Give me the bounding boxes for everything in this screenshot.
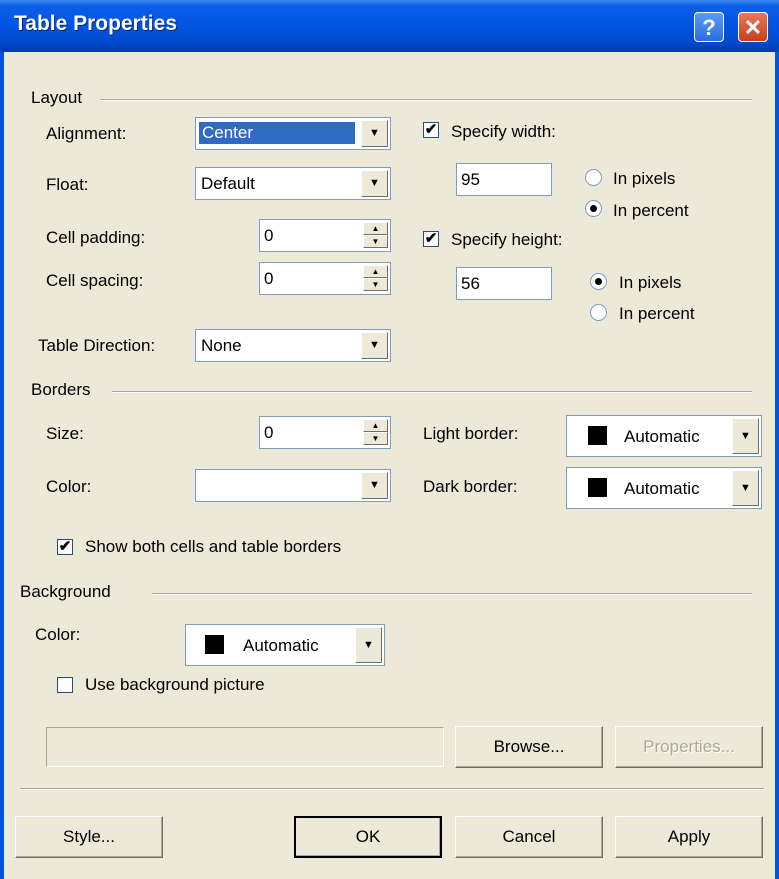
color-swatch-icon [588, 478, 607, 497]
light-border-select[interactable]: Automatic ▼ [566, 415, 762, 457]
specify-width-checkbox[interactable]: ✔ [423, 122, 439, 138]
dark-border-value: Automatic [624, 479, 700, 498]
browse-button[interactable]: Browse... [455, 726, 603, 768]
dark-border-label: Dark border: [423, 477, 518, 496]
borders-group-label: Borders [31, 380, 95, 400]
spin-up-icon[interactable]: ▲ [363, 265, 388, 278]
check-icon: ✔ [424, 230, 438, 247]
width-in-percent-radio[interactable] [585, 200, 602, 217]
background-group-label: Background [20, 582, 115, 602]
style-button[interactable]: Style... [15, 816, 163, 858]
width-value: 95 [461, 170, 480, 189]
cell-spacing-spinner[interactable]: ▲ ▼ [363, 265, 388, 292]
check-icon: ✔ [424, 121, 438, 138]
apply-button[interactable]: Apply [615, 816, 763, 858]
chevron-down-icon[interactable]: ▼ [355, 627, 382, 663]
width-input[interactable]: 95 [456, 163, 552, 196]
background-color-select[interactable]: Automatic ▼ [185, 624, 385, 666]
border-size-spinner[interactable]: ▲ ▼ [363, 419, 388, 446]
background-color-value: Automatic [243, 636, 319, 655]
color-swatch-icon [588, 426, 607, 445]
spin-up-icon[interactable]: ▲ [363, 419, 388, 432]
show-both-borders-label[interactable]: Show both cells and table borders [85, 537, 341, 557]
border-size-value: 0 [264, 423, 274, 442]
layout-group-label: Layout [31, 88, 87, 108]
border-color-label: Color: [46, 477, 92, 496]
title-bar[interactable]: Table Properties ? ✕ [0, 0, 779, 52]
height-in-percent-label[interactable]: In percent [619, 304, 695, 324]
light-border-label: Light border: [423, 424, 519, 443]
alignment-value: Center [199, 122, 355, 144]
table-direction-select[interactable]: None ▼ [195, 329, 391, 362]
alignment-select[interactable]: Center ▼ [195, 117, 391, 150]
border-color-select[interactable]: ▼ [195, 469, 391, 502]
check-icon: ✔ [58, 538, 72, 555]
chevron-down-icon[interactable]: ▼ [361, 170, 388, 197]
close-icon: ✕ [743, 15, 763, 40]
chevron-down-icon[interactable]: ▼ [361, 472, 388, 499]
border-size-input[interactable]: 0 ▲ ▼ [259, 416, 391, 449]
table-direction-label: Table Direction: [38, 336, 156, 355]
chevron-down-icon[interactable]: ▼ [732, 418, 759, 454]
cell-spacing-input[interactable]: 0 ▲ ▼ [259, 262, 391, 295]
specify-height-checkbox[interactable]: ✔ [423, 231, 439, 247]
chevron-down-icon[interactable]: ▼ [361, 120, 388, 147]
dark-border-select[interactable]: Automatic ▼ [566, 467, 762, 509]
cell-padding-value: 0 [264, 226, 274, 245]
show-both-borders-checkbox[interactable]: ✔ [57, 539, 73, 555]
float-value: Default [201, 174, 255, 193]
cell-padding-input[interactable]: 0 ▲ ▼ [259, 219, 391, 252]
help-icon: ? [702, 15, 716, 40]
float-label: Float: [46, 175, 89, 194]
width-in-pixels-label[interactable]: In pixels [613, 169, 675, 189]
layout-group-line [100, 99, 752, 101]
spin-down-icon[interactable]: ▼ [363, 235, 388, 248]
border-size-label: Size: [46, 424, 84, 443]
background-picture-path[interactable] [46, 727, 444, 767]
height-in-percent-radio[interactable] [590, 304, 607, 321]
spin-down-icon[interactable]: ▼ [363, 278, 388, 291]
width-in-percent-label[interactable]: In percent [613, 201, 689, 221]
cell-spacing-label: Cell spacing: [46, 271, 144, 290]
spin-up-icon[interactable]: ▲ [363, 222, 388, 235]
background-color-label: Color: [35, 625, 81, 644]
use-background-picture-label[interactable]: Use background picture [85, 675, 265, 695]
cell-spacing-value: 0 [264, 269, 274, 288]
cancel-button[interactable]: Cancel [455, 816, 603, 858]
light-border-value: Automatic [624, 427, 700, 446]
alignment-label: Alignment: [46, 124, 127, 143]
float-select[interactable]: Default ▼ [195, 167, 391, 200]
cell-padding-label: Cell padding: [46, 228, 146, 247]
spin-down-icon[interactable]: ▼ [363, 432, 388, 445]
cell-padding-spinner[interactable]: ▲ ▼ [363, 222, 388, 249]
chevron-down-icon[interactable]: ▼ [732, 470, 759, 506]
use-background-picture-checkbox[interactable] [57, 677, 73, 693]
table-direction-value: None [201, 336, 242, 355]
dialog-title: Table Properties [14, 12, 177, 35]
width-in-pixels-radio[interactable] [585, 169, 602, 186]
close-button[interactable]: ✕ [738, 12, 768, 42]
height-in-pixels-label[interactable]: In pixels [619, 273, 681, 293]
height-input[interactable]: 56 [456, 267, 552, 300]
height-value: 56 [461, 274, 480, 293]
help-button[interactable]: ? [694, 12, 724, 42]
properties-button[interactable]: Properties... [615, 726, 763, 768]
color-swatch-icon [205, 635, 224, 654]
borders-group-line [112, 391, 752, 393]
footer-separator [20, 788, 764, 790]
specify-height-label[interactable]: Specify height: [451, 230, 563, 250]
ok-button[interactable]: OK [294, 816, 442, 858]
background-group-line [152, 593, 752, 595]
height-in-pixels-radio[interactable] [590, 273, 607, 290]
chevron-down-icon[interactable]: ▼ [361, 332, 388, 359]
specify-width-label[interactable]: Specify width: [451, 122, 556, 142]
